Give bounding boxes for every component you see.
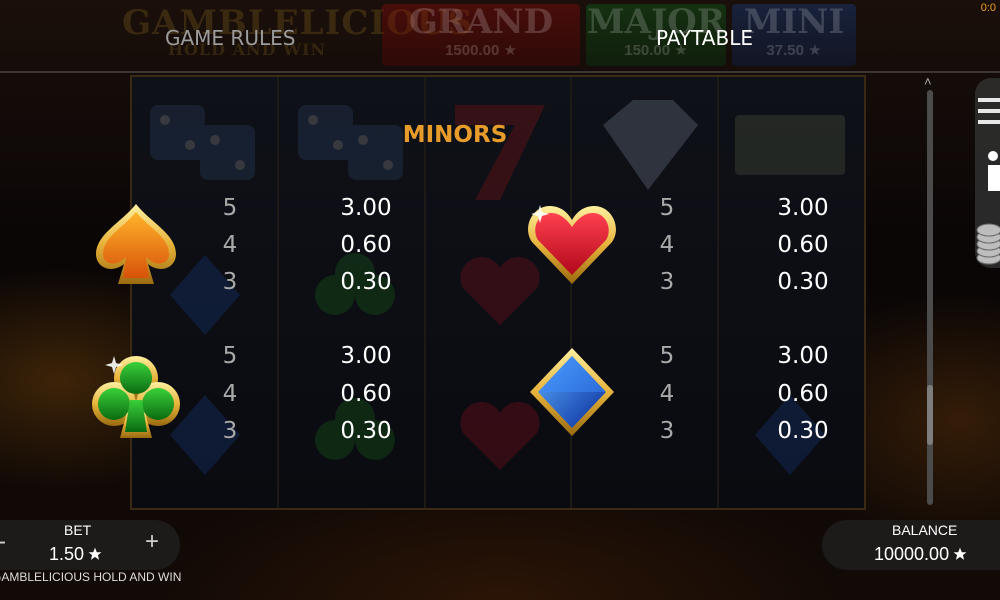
payout-count: 5 (659, 195, 675, 221)
payout-value: 0.60 (340, 381, 392, 407)
clock: 0:0 (980, 2, 996, 14)
game-name: GAMBLELICIOUS HOLD AND WIN (0, 570, 182, 584)
payout-count: 3 (222, 269, 238, 295)
menu-icon[interactable] (978, 96, 1000, 126)
balance-amount: 10000.00 (874, 544, 967, 565)
payout-count: 3 (659, 418, 675, 444)
payout-value: 0.30 (777, 418, 829, 444)
tab-game-rules[interactable]: GAME RULES (165, 26, 295, 50)
payout-count: 3 (222, 418, 238, 444)
payout-value: 0.30 (340, 269, 392, 295)
seven-icon (455, 105, 545, 200)
payout-count: 5 (222, 343, 238, 369)
payout-count: 3 (659, 269, 675, 295)
bet-value: 1.50 (49, 544, 85, 564)
info-icon[interactable] (986, 150, 1000, 192)
payout-value: 0.60 (777, 232, 829, 258)
payout-count: 4 (659, 232, 675, 258)
bet-label: BET (64, 522, 92, 538)
payout-count: 4 (222, 381, 238, 407)
decrease-bet-button[interactable]: - (0, 528, 6, 556)
coins-icon[interactable] (976, 222, 1000, 266)
star-icon (953, 547, 967, 560)
payout-value: 3.00 (340, 343, 392, 369)
top-bar (0, 0, 1000, 75)
payout-count: 4 (222, 232, 238, 258)
bet-amount: 1.50 (49, 544, 102, 565)
payout-value: 3.00 (777, 195, 829, 221)
increase-bet-button[interactable]: + (145, 528, 159, 556)
payout-value: 0.60 (777, 381, 829, 407)
balance-value: 10000.00 (874, 544, 950, 564)
payout-value: 0.30 (340, 418, 392, 444)
balance-label: BALANCE (892, 522, 958, 538)
diamond-icon (530, 348, 614, 436)
payout-value: 0.60 (340, 232, 392, 258)
payout-count: 5 (659, 343, 675, 369)
scrollbar-thumb[interactable] (927, 385, 933, 445)
tab-divider (0, 71, 1000, 73)
spade-icon (96, 204, 176, 284)
star-icon (88, 547, 102, 560)
payout-value: 0.30 (777, 269, 829, 295)
heart-icon (528, 205, 616, 284)
payout-count: 5 (222, 195, 238, 221)
payout-value: 3.00 (340, 195, 392, 221)
payout-count: 4 (659, 381, 675, 407)
club-icon (92, 356, 180, 438)
payout-value: 3.00 (777, 343, 829, 369)
scroll-up-arrow-icon[interactable]: ˄ (924, 74, 932, 89)
section-heading: MINORS (402, 122, 508, 148)
tab-paytable[interactable]: PAYTABLE (656, 26, 753, 50)
